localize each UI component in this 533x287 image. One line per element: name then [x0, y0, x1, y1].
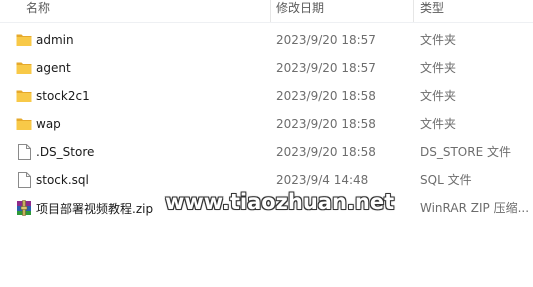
file-name: stock.sql — [36, 173, 89, 187]
file-row[interactable]: agent 2023/9/20 18:57 文件夹 — [0, 54, 533, 82]
file-modified: 2023/9/20 18:57 — [276, 33, 376, 47]
file-row[interactable]: wap 2023/9/20 18:58 文件夹 — [0, 110, 533, 138]
file-modified: 2023/9/20 18:58 — [276, 117, 376, 131]
file-type: 文件夹 — [420, 89, 457, 103]
file-row[interactable]: .DS_Store 2023/9/20 18:58 DS_STORE 文件 — [0, 138, 533, 166]
file-type: SQL 文件 — [420, 173, 472, 187]
file-modified: 2023/9/20 18:58 — [276, 145, 376, 159]
watermark-text: www.tiaozhuan.net — [165, 190, 395, 214]
file-name-cell: stock2c1 — [16, 82, 90, 110]
column-divider[interactable] — [270, 0, 271, 22]
file-name-cell: stock.sql — [16, 166, 89, 194]
file-row[interactable]: stock2c1 2023/9/20 18:58 文件夹 — [0, 82, 533, 110]
file-name: agent — [36, 61, 71, 75]
column-header-type[interactable]: 类型 — [420, 0, 444, 18]
file-name-cell: wap — [16, 110, 61, 138]
file-type: 文件夹 — [420, 61, 457, 75]
file-type: WinRAR ZIP 压缩... — [420, 201, 530, 215]
folder-icon — [16, 88, 32, 104]
file-name: .DS_Store — [36, 145, 95, 159]
file-name-cell: admin — [16, 26, 74, 54]
file-modified: 2023/9/20 18:58 — [276, 89, 376, 103]
file-name: 项目部署视频教程.zip — [36, 201, 154, 216]
column-divider[interactable] — [413, 0, 414, 22]
folder-icon — [16, 116, 32, 132]
file-name: admin — [36, 33, 74, 47]
column-header-bar: 名称 修改日期 类型 — [0, 0, 533, 23]
file-type: 文件夹 — [420, 33, 457, 47]
file-name-cell: agent — [16, 54, 71, 82]
file-icon — [16, 144, 32, 160]
column-header-name[interactable]: 名称 — [26, 0, 50, 18]
file-name-cell: 项目部署视频教程.zip — [16, 194, 153, 222]
file-type: 文件夹 — [420, 117, 457, 131]
column-header-modified[interactable]: 修改日期 — [276, 0, 324, 18]
file-type: DS_STORE 文件 — [420, 145, 511, 159]
folder-icon — [16, 60, 32, 76]
file-row[interactable]: admin 2023/9/20 18:57 文件夹 — [0, 26, 533, 54]
file-name-cell: .DS_Store — [16, 138, 94, 166]
file-name: wap — [36, 117, 61, 131]
folder-icon — [16, 32, 32, 48]
file-modified: 2023/9/20 18:57 — [276, 61, 376, 75]
file-icon — [16, 172, 32, 188]
file-name: stock2c1 — [36, 89, 90, 103]
winrar-archive-icon — [16, 200, 32, 216]
